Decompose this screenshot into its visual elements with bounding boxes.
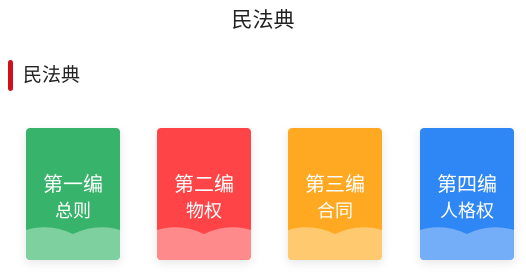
book-card-text: 第三编 合同 bbox=[288, 170, 382, 226]
section-title: 民法典 bbox=[23, 64, 81, 86]
section-header: 民法典 bbox=[8, 60, 80, 91]
book-card-property-rights[interactable]: 第二编 物权 bbox=[157, 128, 251, 260]
book-name-label: 人格权 bbox=[440, 201, 494, 222]
book-name-label: 物权 bbox=[186, 201, 222, 222]
book-card-text: 第一编 总则 bbox=[26, 170, 120, 226]
open-book-icon bbox=[26, 227, 120, 260]
book-card-text: 第二编 物权 bbox=[157, 170, 251, 226]
open-book-icon bbox=[157, 227, 251, 260]
book-part-label: 第四编 bbox=[437, 172, 497, 196]
book-part-label: 第三编 bbox=[305, 172, 365, 196]
book-card-text: 第四编 人格权 bbox=[420, 170, 514, 226]
book-part-label: 第一编 bbox=[43, 172, 103, 196]
book-card-contracts[interactable]: 第三编 合同 bbox=[288, 128, 382, 260]
open-book-icon bbox=[420, 227, 514, 260]
book-name-label: 合同 bbox=[317, 201, 353, 222]
page-title: 民法典 bbox=[231, 8, 295, 32]
book-card-personality-rights[interactable]: 第四编 人格权 bbox=[420, 128, 514, 260]
book-part-label: 第二编 bbox=[174, 172, 234, 196]
section-accent-bar bbox=[8, 60, 13, 91]
open-book-icon bbox=[288, 227, 382, 260]
book-card-general-provisions[interactable]: 第一编 总则 bbox=[26, 128, 120, 260]
book-name-label: 总则 bbox=[55, 201, 91, 222]
